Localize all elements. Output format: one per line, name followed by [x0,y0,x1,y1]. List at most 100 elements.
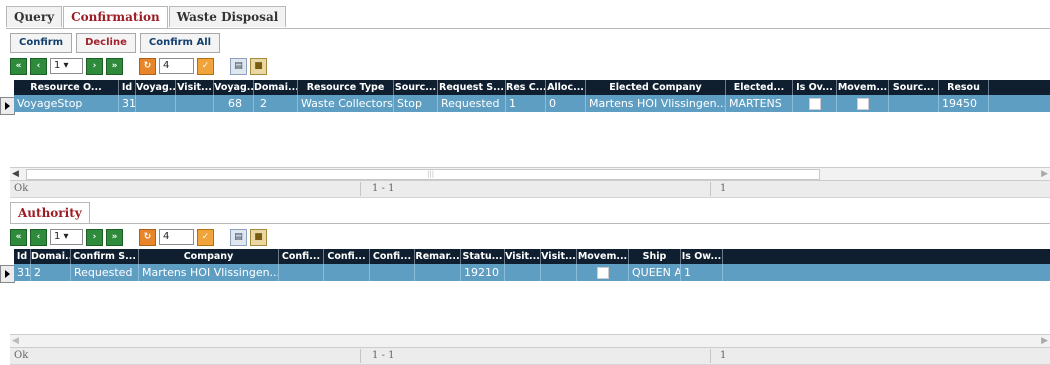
grid-cell[interactable] [889,95,939,112]
grid-cell[interactable]: Martens HOI Vlissingen... [586,95,726,112]
col-header[interactable]: Alloc... [546,80,586,95]
grid-cell[interactable] [176,95,214,112]
col-header[interactable]: Id [14,249,31,264]
grid-cell[interactable]: 2 [254,95,298,112]
page-select[interactable]: 1 ▾ [50,229,83,245]
columns-icon[interactable]: ▤ [230,228,247,246]
grid-cell[interactable] [415,264,461,281]
col-header[interactable]: Is Ow... [681,249,723,264]
col-header[interactable]: Elected Company [586,80,726,95]
first-page-icon[interactable]: « [10,228,27,246]
is-override-checkbox[interactable] [808,98,821,110]
grid-cell[interactable] [541,264,577,281]
grid-cell[interactable]: 1 [681,264,723,281]
col-header[interactable]: Domai... [31,249,71,264]
confirm-button[interactable]: Confirm [10,33,73,53]
col-header[interactable]: Confi... [370,249,415,264]
movement-checkbox[interactable] [856,98,869,110]
grid-cell[interactable]: 31 [119,95,136,112]
col-header[interactable]: Movem... [577,249,629,264]
tab-confirmation[interactable]: Confirmation [63,6,168,28]
refresh-icon[interactable]: ↻ [139,228,156,246]
col-header[interactable]: Domai... [254,80,298,95]
col-header[interactable]: Sourc... [394,80,438,95]
grid-cell[interactable]: 19210 [461,264,505,281]
col-header[interactable]: Sourc... [889,80,939,95]
col-header[interactable]: Elected... [726,80,793,95]
col-header[interactable]: Res C... [506,80,546,95]
col-header[interactable]: Resource Type [298,80,394,95]
save-icon[interactable]: ■ [250,57,267,75]
grid-cell[interactable]: VoyageStop [14,95,119,112]
grid-cell[interactable] [370,264,415,281]
col-header[interactable]: Visit... [505,249,541,264]
movement-checkbox[interactable] [596,267,609,279]
grid-cell[interactable] [505,264,541,281]
next-page-icon[interactable]: › [86,228,103,246]
columns-icon[interactable]: ▤ [230,57,247,75]
col-header[interactable]: Voyag... [136,80,176,95]
grid-cell[interactable] [136,95,176,112]
scroll-right-icon[interactable]: ▶ [1041,335,1048,347]
col-header[interactable]: Statu... [461,249,505,264]
grid-cell[interactable]: 19450 [939,95,989,112]
page-size-input[interactable]: 4 [159,58,194,74]
col-header[interactable]: Confi... [324,249,370,264]
col-header[interactable]: Confirm S... [71,249,139,264]
col-header[interactable]: Request S... [438,80,506,95]
grid-cell[interactable]: MARTENS [726,95,793,112]
scroll-left-icon[interactable]: ◀ [12,335,19,347]
grid-cell[interactable]: Requested [71,264,139,281]
apply-icon[interactable]: ✓ [197,228,214,246]
grid-cell[interactable]: Stop [394,95,438,112]
grid-cell[interactable]: QUEEN A [629,264,681,281]
grid-cell[interactable]: 2 [31,264,71,281]
top-horizontal-scrollbar[interactable]: ◀ ||| ▶ [10,167,1050,181]
grid-cell[interactable] [279,264,324,281]
col-header[interactable]: Id [119,80,136,95]
col-header[interactable]: Confi... [279,249,324,264]
table-row[interactable]: VoyageStop 31 68 2 Waste Collectors Stop… [14,95,1050,112]
bottom-horizontal-scrollbar[interactable]: ◀ ▶ [10,334,1050,348]
last-page-icon[interactable]: » [106,228,123,246]
last-page-icon[interactable]: » [106,57,123,75]
tab-query[interactable]: Query [6,6,63,27]
scroll-left-icon[interactable]: ◀ [12,168,19,180]
grid-cell[interactable]: 31 [14,264,31,281]
prev-page-icon[interactable]: ‹ [30,228,47,246]
table-row[interactable]: 31 2 Requested Martens HOI Vlissingen...… [14,264,1050,281]
col-header[interactable]: Ship [629,249,681,264]
grid-cell[interactable]: Requested [438,95,506,112]
page-size-input[interactable]: 4 [159,229,194,245]
row-marker[interactable] [0,265,15,283]
col-header[interactable]: Resource O... [14,80,119,95]
page-select[interactable]: 1 ▾ [50,58,83,74]
scroll-thumb[interactable]: ||| [26,169,820,180]
col-header[interactable]: Company [139,249,279,264]
col-header[interactable]: Voyag... [214,80,254,95]
col-header[interactable]: Visit... [541,249,577,264]
decline-button[interactable]: Decline [76,33,136,53]
next-page-icon[interactable]: › [86,57,103,75]
col-header[interactable]: Resou [939,80,989,95]
scroll-right-icon[interactable]: ▶ [1041,168,1048,180]
grid-cell[interactable]: 0 [546,95,586,112]
col-header[interactable]: Visit... [176,80,214,95]
prev-page-icon[interactable]: ‹ [30,57,47,75]
grid-cell[interactable] [324,264,370,281]
apply-icon[interactable]: ✓ [197,57,214,75]
grid-cell[interactable]: Waste Collectors [298,95,394,112]
save-icon[interactable]: ■ [250,228,267,246]
tab-authority[interactable]: Authority [10,202,90,224]
col-header[interactable]: Movem... [837,80,889,95]
grid-cell[interactable]: 68 [214,95,254,112]
grid-cell[interactable]: Martens HOI Vlissingen... [139,264,279,281]
first-page-icon[interactable]: « [10,57,27,75]
row-marker[interactable] [0,97,15,115]
col-header[interactable]: Is Ov... [793,80,837,95]
confirm-all-button[interactable]: Confirm All [139,33,221,53]
refresh-icon[interactable]: ↻ [139,57,156,75]
tab-waste-disposal[interactable]: Waste Disposal [168,6,287,27]
col-header[interactable]: Remar... [415,249,461,264]
grid-cell[interactable]: 1 [506,95,546,112]
